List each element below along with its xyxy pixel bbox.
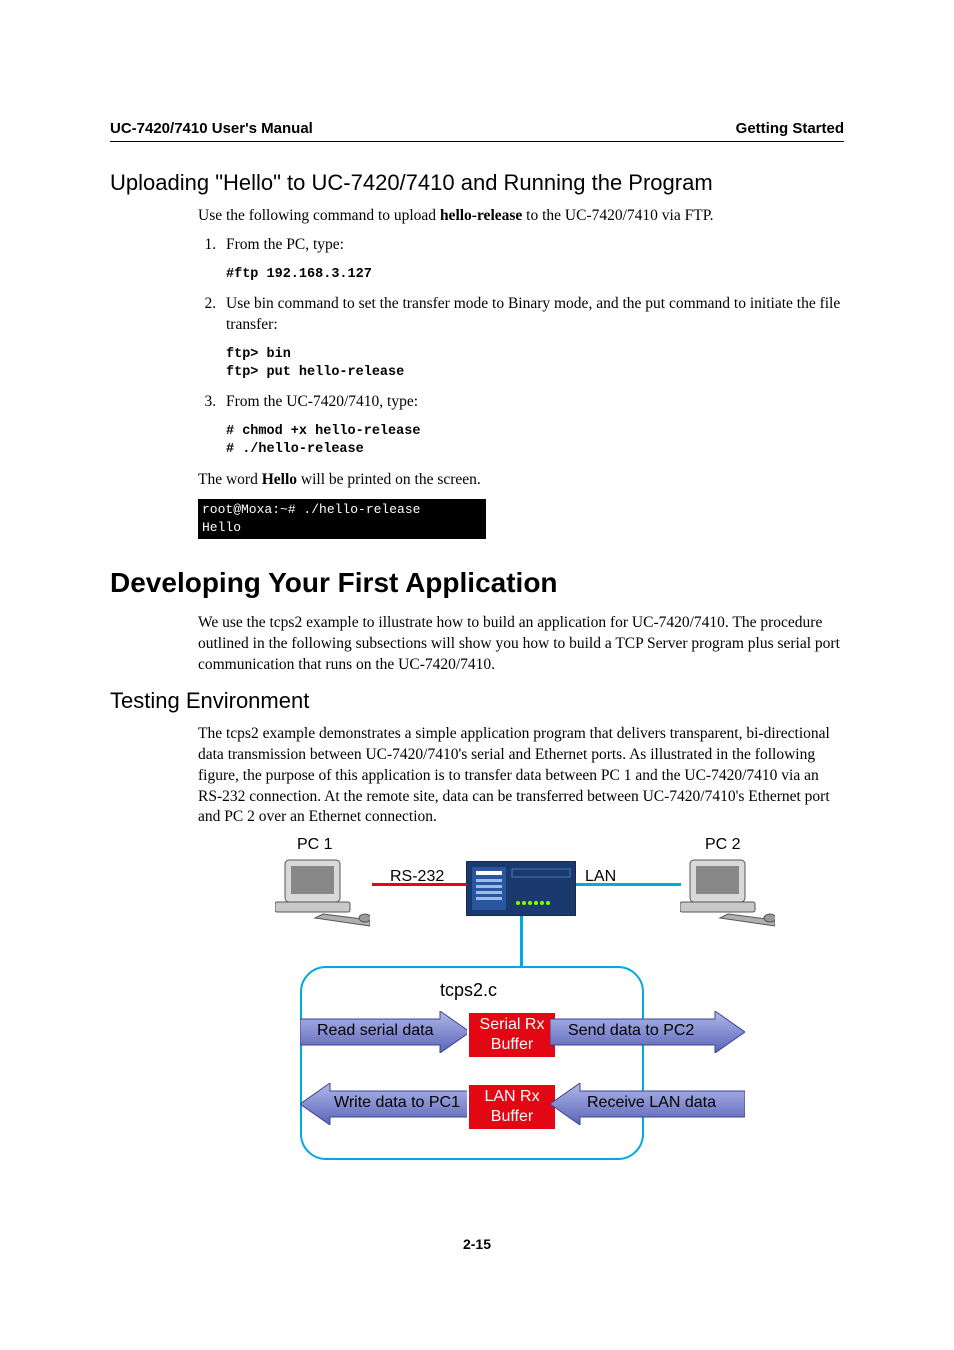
document-page: UC-7420/7410 User's Manual Getting Start… bbox=[0, 0, 954, 1292]
page-header: UC-7420/7410 User's Manual Getting Start… bbox=[110, 120, 844, 142]
label-pc1: PC 1 bbox=[297, 836, 333, 854]
label-recv-lan: Receive LAN data bbox=[587, 1094, 716, 1112]
pc2-icon bbox=[680, 858, 775, 928]
intro-para: Use the following command to upload hell… bbox=[198, 206, 844, 227]
code-block-3: # chmod +x hello-release # ./hello-relea… bbox=[226, 423, 844, 459]
step-1-text: From the PC, type: bbox=[226, 236, 344, 253]
outro-para: The word Hello will be printed on the sc… bbox=[198, 470, 844, 491]
label-read-serial: Read serial data bbox=[317, 1022, 434, 1040]
section-title-uploading: Uploading "Hello" to UC-7420/7410 and Ru… bbox=[110, 170, 844, 196]
vert-line bbox=[520, 916, 523, 968]
testing-environment-diagram: PC 1 PC 2 RS-232 LAN bbox=[200, 836, 760, 1176]
page-number: 2-15 bbox=[110, 1236, 844, 1252]
tcps2-title: tcps2.c bbox=[440, 980, 497, 1001]
section-title-developing: Developing Your First Application bbox=[110, 567, 844, 599]
section-title-testing: Testing Environment bbox=[110, 688, 844, 714]
label-send-pc2: Send data to PC2 bbox=[568, 1022, 694, 1040]
steps-list: From the PC, type: #ftp 192.168.3.127 Us… bbox=[198, 235, 844, 460]
step-1: From the PC, type: #ftp 192.168.3.127 bbox=[220, 235, 844, 284]
test-para: The tcps2 example demonstrates a simple … bbox=[198, 724, 844, 829]
step-2: Use bin command to set the transfer mode… bbox=[220, 294, 844, 382]
terminal-output: root@Moxa:~# ./hello-release Hello bbox=[198, 499, 486, 539]
step-3: From the UC-7420/7410, type: # chmod +x … bbox=[220, 392, 844, 459]
dev-para: We use the tcps2 example to illustrate h… bbox=[198, 613, 844, 676]
intro-pre: Use the following command to upload bbox=[198, 207, 440, 224]
lan-line bbox=[576, 883, 681, 886]
outro-pre: The word bbox=[198, 471, 262, 488]
section-body-developing: We use the tcps2 example to illustrate h… bbox=[198, 613, 844, 676]
outro-bold: Hello bbox=[262, 471, 297, 488]
label-write-pc1: Write data to PC1 bbox=[334, 1094, 460, 1112]
serial-rx-buffer: Serial Rx Buffer bbox=[467, 1011, 557, 1059]
label-pc2: PC 2 bbox=[705, 836, 741, 854]
outro-post: will be printed on the screen. bbox=[297, 471, 481, 488]
step-3-text: From the UC-7420/7410, type: bbox=[226, 393, 418, 410]
intro-bold: hello-release bbox=[440, 207, 522, 224]
device-icon bbox=[466, 861, 576, 916]
code-block-2: ftp> bin ftp> put hello-release bbox=[226, 346, 844, 382]
section-body-testing: The tcps2 example demonstrates a simple … bbox=[198, 724, 844, 829]
header-left: UC-7420/7410 User's Manual bbox=[110, 120, 313, 137]
code-block-1: #ftp 192.168.3.127 bbox=[226, 266, 844, 284]
pc1-icon bbox=[275, 858, 370, 928]
intro-post: to the UC-7420/7410 via FTP. bbox=[522, 207, 713, 224]
header-right: Getting Started bbox=[736, 120, 844, 137]
rs232-line bbox=[372, 883, 467, 886]
lan-rx-buffer: LAN Rx Buffer bbox=[467, 1083, 557, 1131]
section-body-uploading: Use the following command to upload hell… bbox=[198, 206, 844, 539]
step-2-text: Use bin command to set the transfer mode… bbox=[226, 295, 840, 333]
